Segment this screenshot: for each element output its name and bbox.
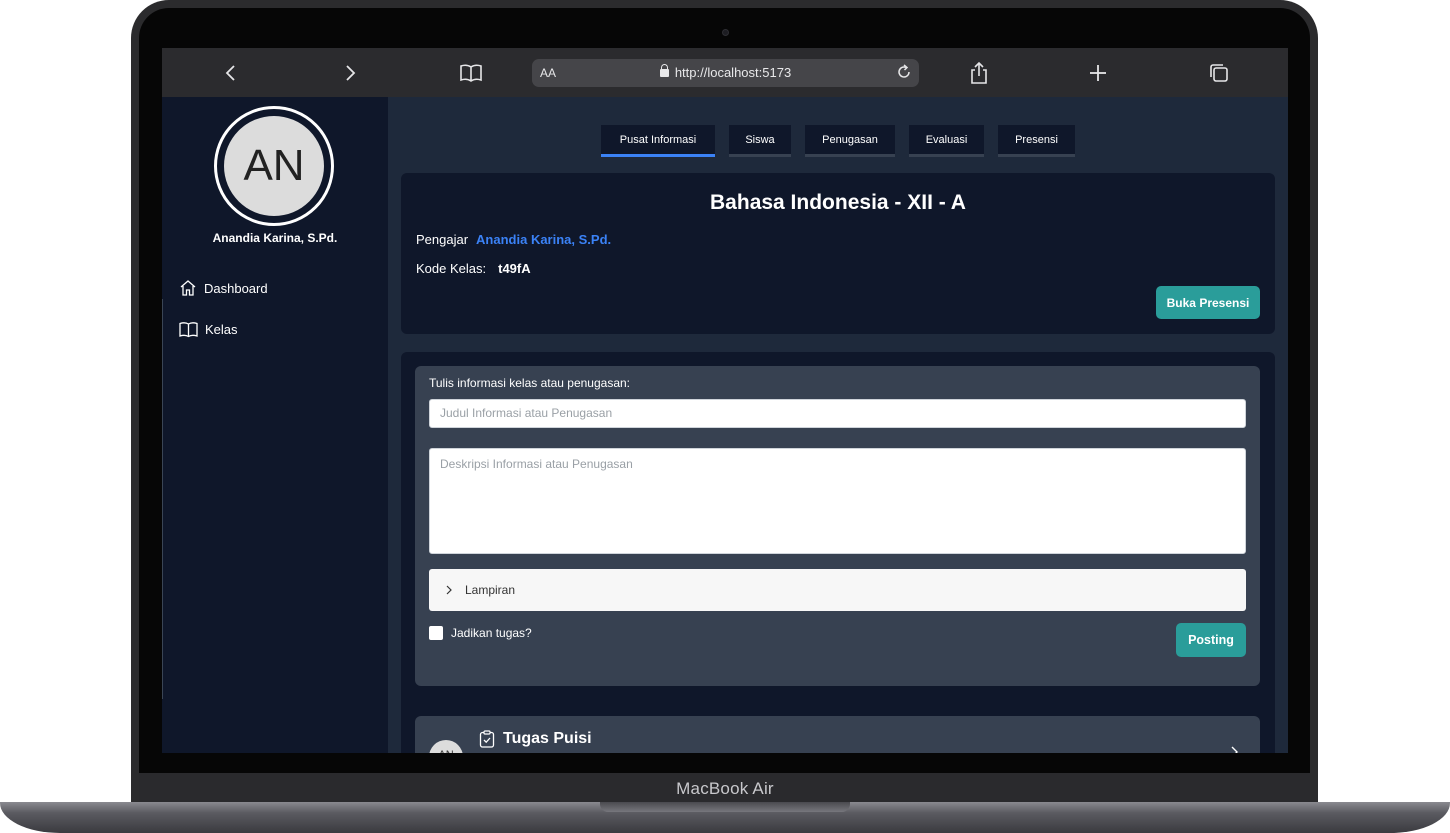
new-tab-button[interactable] (1085, 60, 1111, 86)
class-info-card: Bahasa Indonesia - XII - A Pengajar Anand… (401, 173, 1275, 334)
back-button[interactable] (218, 60, 244, 86)
teacher-row: Pengajar Anandia Karina, S.Pd. (416, 232, 611, 247)
teacher-label: Pengajar (416, 232, 469, 247)
tab-siswa[interactable]: Siswa (729, 125, 791, 157)
tabs-icon (1210, 64, 1228, 82)
chevron-right-icon[interactable] (1230, 746, 1238, 753)
avatar[interactable]: AN (224, 116, 324, 216)
bookmarks-button[interactable] (458, 60, 484, 86)
feed-item[interactable]: AN Tugas Puisi (415, 716, 1260, 753)
sidebar-item-label: Kelas (205, 322, 238, 337)
class-code-value: t49fA (498, 261, 531, 276)
make-task-checkbox[interactable] (429, 626, 443, 640)
url-text: http://localhost:5173 (674, 65, 792, 80)
course-title: Bahasa Indonesia - XII - A (710, 191, 966, 214)
sidebar: AN Anandia Karina, S.Pd. Dashboard Kelas (162, 97, 388, 753)
book-icon (460, 64, 482, 82)
tab-pusat-informasi[interactable]: Pusat Informasi (601, 125, 715, 157)
feed-item-title: Tugas Puisi (503, 730, 592, 747)
lock-icon (659, 64, 669, 77)
tab-overview-button[interactable] (1206, 60, 1232, 86)
make-task-label: Jadikan tugas? (451, 626, 532, 640)
make-task-row: Jadikan tugas? (429, 626, 532, 640)
book-icon (179, 322, 198, 338)
user-name: Anandia Karina, S.Pd. (212, 231, 338, 245)
screen: AA http://localhost:5173 AN Anandia Kari… (162, 48, 1288, 753)
attachment-accordion[interactable]: Lampiran (429, 569, 1246, 611)
tab-presensi[interactable]: Presensi (998, 125, 1075, 157)
forward-button[interactable] (337, 60, 363, 86)
sidebar-item-dashboard[interactable]: Dashboard (179, 279, 268, 297)
chevron-left-icon (225, 65, 235, 81)
open-attendance-button[interactable]: Buka Presensi (1156, 286, 1260, 319)
share-button[interactable] (966, 60, 992, 86)
address-bar[interactable]: AA http://localhost:5173 (532, 59, 919, 87)
avatar: AN (429, 740, 463, 753)
sidebar-divider (162, 299, 163, 699)
avatar-ring: AN (214, 106, 334, 226)
reload-icon[interactable] (895, 63, 913, 81)
device-label: MacBook Air (676, 779, 774, 798)
description-textarea[interactable]: Deskripsi Informasi atau Penugasan (429, 448, 1246, 554)
post-form: Tulis informasi kelas atau penugasan: Ju… (415, 366, 1260, 686)
sidebar-item-kelas[interactable]: Kelas (179, 321, 238, 338)
laptop-notch (600, 802, 850, 812)
sidebar-item-label: Dashboard (204, 280, 268, 296)
tab-penugasan[interactable]: Penugasan (805, 125, 895, 157)
attachment-label: Lampiran (465, 583, 516, 597)
post-section: Tulis informasi kelas atau penugasan: Ju… (401, 352, 1275, 753)
teacher-link[interactable]: Anandia Karina, S.Pd. (476, 232, 611, 247)
plus-icon (1090, 65, 1106, 81)
home-icon (180, 280, 196, 296)
title-input[interactable]: Judul Informasi atau Penugasan (429, 399, 1246, 428)
camera-icon (722, 29, 729, 36)
browser-toolbar: AA http://localhost:5173 (162, 48, 1288, 97)
class-code-label: Kode Kelas: (416, 261, 487, 276)
share-icon (971, 61, 987, 84)
chevron-right-icon (446, 585, 452, 595)
laptop-mockup: MacBook Air AA http://localhost:5173 AN … (0, 0, 1450, 833)
clipboard-check-icon (479, 730, 495, 748)
tab-evaluasi[interactable]: Evaluasi (909, 125, 984, 157)
chevron-right-icon (346, 65, 356, 81)
post-button[interactable]: Posting (1176, 623, 1246, 657)
class-code-row: Kode Kelas: t49fA (416, 261, 531, 276)
form-label: Tulis informasi kelas atau penugasan: (429, 376, 630, 390)
